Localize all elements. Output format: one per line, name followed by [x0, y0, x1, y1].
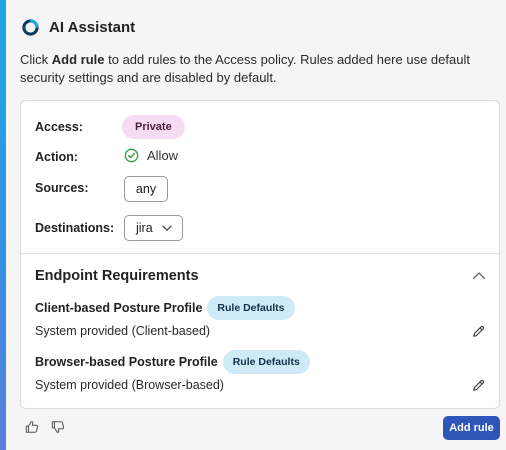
chevron-up-icon[interactable]: [472, 271, 486, 280]
accent-bar: [0, 0, 6, 450]
check-circle-icon: [124, 148, 139, 163]
thumbs-down-icon[interactable]: [51, 420, 65, 434]
destinations-value: jira: [136, 221, 153, 235]
browser-profile-name: Browser-based Posture Profile: [35, 355, 218, 369]
intro-prefix: Click: [20, 52, 52, 67]
sources-field[interactable]: any: [124, 176, 168, 202]
action-allow: Allow: [124, 148, 178, 163]
assistant-header: AI Assistant: [22, 19, 135, 36]
destinations-label: Destinations:: [35, 221, 115, 235]
access-label: Access:: [35, 120, 83, 134]
section-divider: [21, 253, 499, 254]
destinations-dropdown[interactable]: jira: [124, 215, 183, 241]
add-rule-button[interactable]: Add rule: [443, 416, 500, 440]
intro-text: Click Add rule to add rules to the Acces…: [20, 51, 490, 87]
sources-value: any: [135, 182, 157, 196]
rule-card: Access: Private Action: Allow Sources: a…: [20, 100, 500, 409]
action-label: Action:: [35, 150, 79, 164]
client-rule-defaults-badge: Rule Defaults: [207, 296, 295, 320]
browser-profile-value: System provided (Browser-based): [35, 378, 224, 392]
browser-rule-defaults-badge: Rule Defaults: [222, 350, 310, 374]
thumbs-up-icon[interactable]: [25, 420, 39, 434]
client-profile-header: Client-based Posture Profile Rule Defaul…: [35, 296, 295, 320]
browser-profile-header: Browser-based Posture Profile Rule Defau…: [35, 350, 310, 374]
assistant-logo-icon: [22, 19, 39, 36]
chevron-down-icon: [162, 225, 172, 231]
client-profile-name: Client-based Posture Profile: [35, 301, 203, 315]
sources-label: Sources:: [35, 181, 89, 195]
client-profile-value: System provided (Client-based): [35, 324, 211, 338]
access-private-chip: Private: [122, 115, 185, 139]
intro-emphasis: Add rule: [51, 52, 105, 67]
edit-pencil-icon[interactable]: [471, 324, 486, 339]
endpoint-requirements-title: Endpoint Requirements: [35, 268, 199, 284]
action-value: Allow: [147, 148, 179, 163]
assistant-title: AI Assistant: [49, 19, 136, 36]
edit-pencil-icon[interactable]: [471, 378, 486, 393]
